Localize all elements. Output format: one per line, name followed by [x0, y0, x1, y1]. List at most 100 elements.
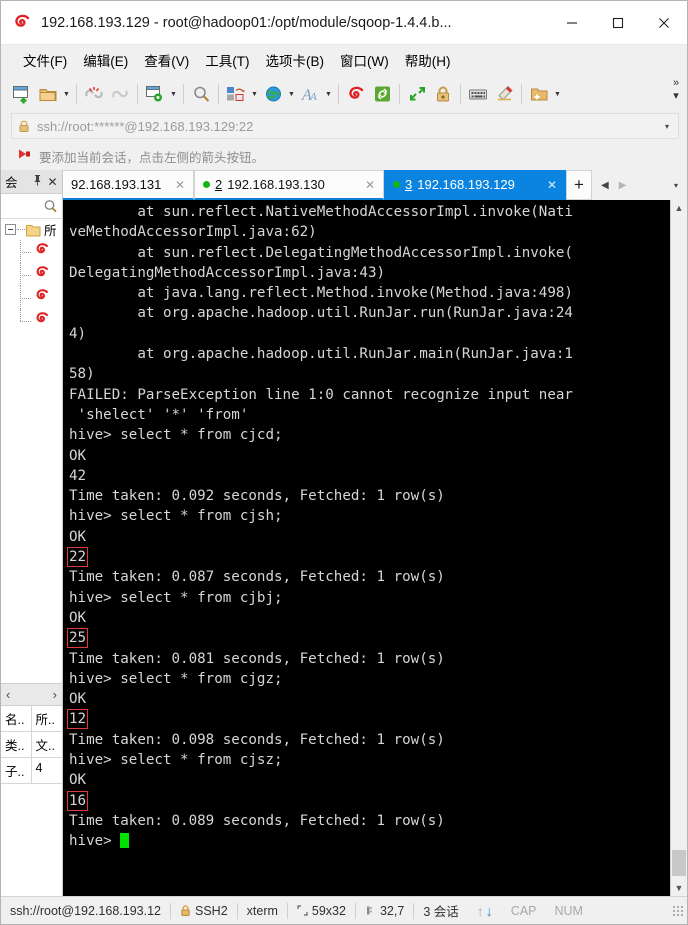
xshell-logo-icon[interactable]: [343, 81, 369, 107]
new-tab-button[interactable]: +: [566, 170, 592, 200]
globe-dropdown-icon[interactable]: ▼: [286, 82, 297, 106]
fullscreen-icon[interactable]: [404, 81, 430, 107]
open-folder-icon[interactable]: [35, 81, 61, 107]
status-transfer-cell: ↑ ↓: [468, 903, 502, 919]
globe-icon[interactable]: [260, 81, 286, 107]
tab-close-icon[interactable]: ✕: [362, 178, 378, 192]
tab-close-icon[interactable]: ✕: [544, 178, 560, 192]
table-row: 名.. 所..: [1, 706, 62, 732]
property-value: 4: [31, 758, 62, 784]
address-bar: ssh://root:******@192.168.193.129:22 ▾: [1, 113, 687, 143]
status-num-lock: NUM: [554, 903, 583, 918]
highlighted-value: 25: [66, 628, 89, 649]
terminal-scrollbar[interactable]: ▲ ▼: [670, 200, 687, 896]
lock-icon[interactable]: [430, 81, 456, 107]
tab-192-168-193-131[interactable]: 92.168.193.131 ✕: [63, 170, 194, 200]
tab-scroll-controls: ◀ ▶ ▾: [592, 170, 687, 200]
status-protocol-cell: SSH2: [171, 904, 237, 918]
title-bar: 192.168.193.129 - root@hadoop01:/opt/mod…: [1, 1, 687, 45]
tab-list-menu-icon[interactable]: ▾: [669, 181, 683, 190]
terminal-line: 16: [66, 790, 670, 811]
tree-collapse-icon[interactable]: [5, 224, 16, 235]
session-icon: [33, 242, 50, 261]
session-properties-dropdown-icon[interactable]: ▼: [168, 82, 179, 106]
toolbar-separator: [399, 84, 400, 104]
font-icon[interactable]: A A: [297, 81, 323, 107]
screen-size-icon: [297, 905, 308, 916]
scrollbar-track[interactable]: [671, 216, 687, 880]
open-folder-dropdown-icon[interactable]: ▼: [61, 82, 72, 106]
tab-scroll-left-icon[interactable]: ◀: [596, 180, 614, 191]
session-properties-icon[interactable]: [142, 81, 168, 107]
resize-grip[interactable]: [672, 904, 684, 917]
terminal-output[interactable]: at sun.reflect.NativeMethodAccessorImpl.…: [63, 200, 670, 896]
tree-session-item[interactable]: [1, 240, 62, 263]
font-dropdown-icon[interactable]: ▼: [323, 82, 334, 106]
close-button[interactable]: [641, 1, 687, 45]
status-cursor-position: 32,7: [379, 903, 405, 918]
tree-root-label: 所: [44, 224, 57, 238]
dock-close-icon[interactable]: ✕: [45, 175, 60, 189]
terminal-line: hive>: [69, 831, 670, 851]
toolbar-overflow-button[interactable]: » ▾: [669, 77, 683, 103]
tree-session-item[interactable]: [1, 309, 62, 332]
menu-tabs[interactable]: 选项卡(B): [258, 47, 333, 73]
highlight-pen-icon[interactable]: [491, 81, 517, 107]
pin-icon[interactable]: [30, 174, 45, 189]
terminal-line: Time taken: 0.098 seconds, Fetched: 1 ro…: [69, 731, 445, 748]
address-dropdown-icon[interactable]: ▾: [662, 122, 672, 131]
toolbar-overflow-caret: ▾: [673, 90, 679, 102]
menu-edit[interactable]: 编辑(E): [75, 47, 136, 73]
nav-next-button[interactable]: ›: [53, 687, 57, 702]
tab-bar: 92.168.193.131 ✕ 2 192.168.193.130 ✕ 3 1…: [63, 170, 687, 200]
search-icon[interactable]: [188, 81, 214, 107]
menu-tools[interactable]: 工具(T): [197, 47, 257, 73]
property-key: 子..: [1, 758, 32, 784]
terminal-area: at sun.reflect.NativeMethodAccessorImpl.…: [63, 200, 687, 896]
terminal-line: Time taken: 0.081 seconds, Fetched: 1 ro…: [69, 650, 445, 667]
table-row: 类.. 文..: [1, 732, 62, 758]
disconnect-icon[interactable]: [81, 81, 107, 107]
session-icon: [33, 265, 50, 284]
nav-prev-button[interactable]: ‹: [6, 687, 10, 702]
tab-192-168-193-129[interactable]: 3 192.168.193.129 ✕: [384, 170, 566, 200]
highlighted-value: 12: [66, 709, 89, 730]
tab-close-icon[interactable]: ✕: [172, 178, 188, 192]
tree-session-item[interactable]: [1, 263, 62, 286]
add-folder-icon[interactable]: [526, 81, 552, 107]
layout-dropdown-icon[interactable]: ▼: [249, 82, 260, 106]
tree-session-item[interactable]: [1, 286, 62, 309]
scroll-down-icon[interactable]: ▼: [675, 880, 684, 896]
sessions-tree[interactable]: 所: [1, 219, 62, 683]
keyboard-icon[interactable]: [465, 81, 491, 107]
terminal-line: at java.lang.reflect.Method.invoke(Metho…: [69, 285, 573, 302]
address-input[interactable]: ssh://root:******@192.168.193.129:22 ▾: [11, 113, 679, 139]
menu-help[interactable]: 帮助(H): [397, 47, 459, 73]
menu-bar: 文件(F) 编辑(E) 查看(V) 工具(T) 选项卡(B) 窗口(W) 帮助(…: [1, 45, 687, 75]
tab-scroll-right-icon[interactable]: ▶: [614, 180, 632, 191]
tab-192-168-193-130[interactable]: 2 192.168.193.130 ✕: [194, 170, 384, 200]
cursor-pos-icon: [366, 906, 372, 915]
sessions-search-field[interactable]: [1, 194, 62, 219]
menu-file[interactable]: 文件(F): [15, 47, 75, 73]
menu-view[interactable]: 查看(V): [136, 47, 197, 73]
scrollbar-thumb[interactable]: [672, 850, 686, 876]
terminal-line: hive> select * from cjbj;: [69, 589, 283, 606]
minimize-button[interactable]: [549, 1, 595, 45]
highlighted-value: 22: [66, 547, 89, 568]
session-icon: [33, 288, 50, 307]
tab-status-dot: [203, 181, 210, 188]
connect-chain-icon[interactable]: [107, 81, 133, 107]
menu-window[interactable]: 窗口(W): [332, 47, 397, 73]
tree-root-node[interactable]: 所: [1, 219, 62, 240]
xftp-icon[interactable]: [369, 81, 395, 107]
layout-arrange-icon[interactable]: [223, 81, 249, 107]
new-session-icon[interactable]: [9, 81, 35, 107]
lock-icon: [18, 120, 30, 133]
red-arrow-icon: [17, 148, 32, 166]
terminal-line: at org.apache.hadoop.util.RunJar.main(Ru…: [69, 346, 573, 363]
status-sessions: 3 会话: [423, 905, 459, 919]
scroll-up-icon[interactable]: ▲: [675, 200, 684, 216]
maximize-button[interactable]: [595, 1, 641, 45]
add-folder-dropdown-icon[interactable]: ▼: [552, 82, 563, 106]
